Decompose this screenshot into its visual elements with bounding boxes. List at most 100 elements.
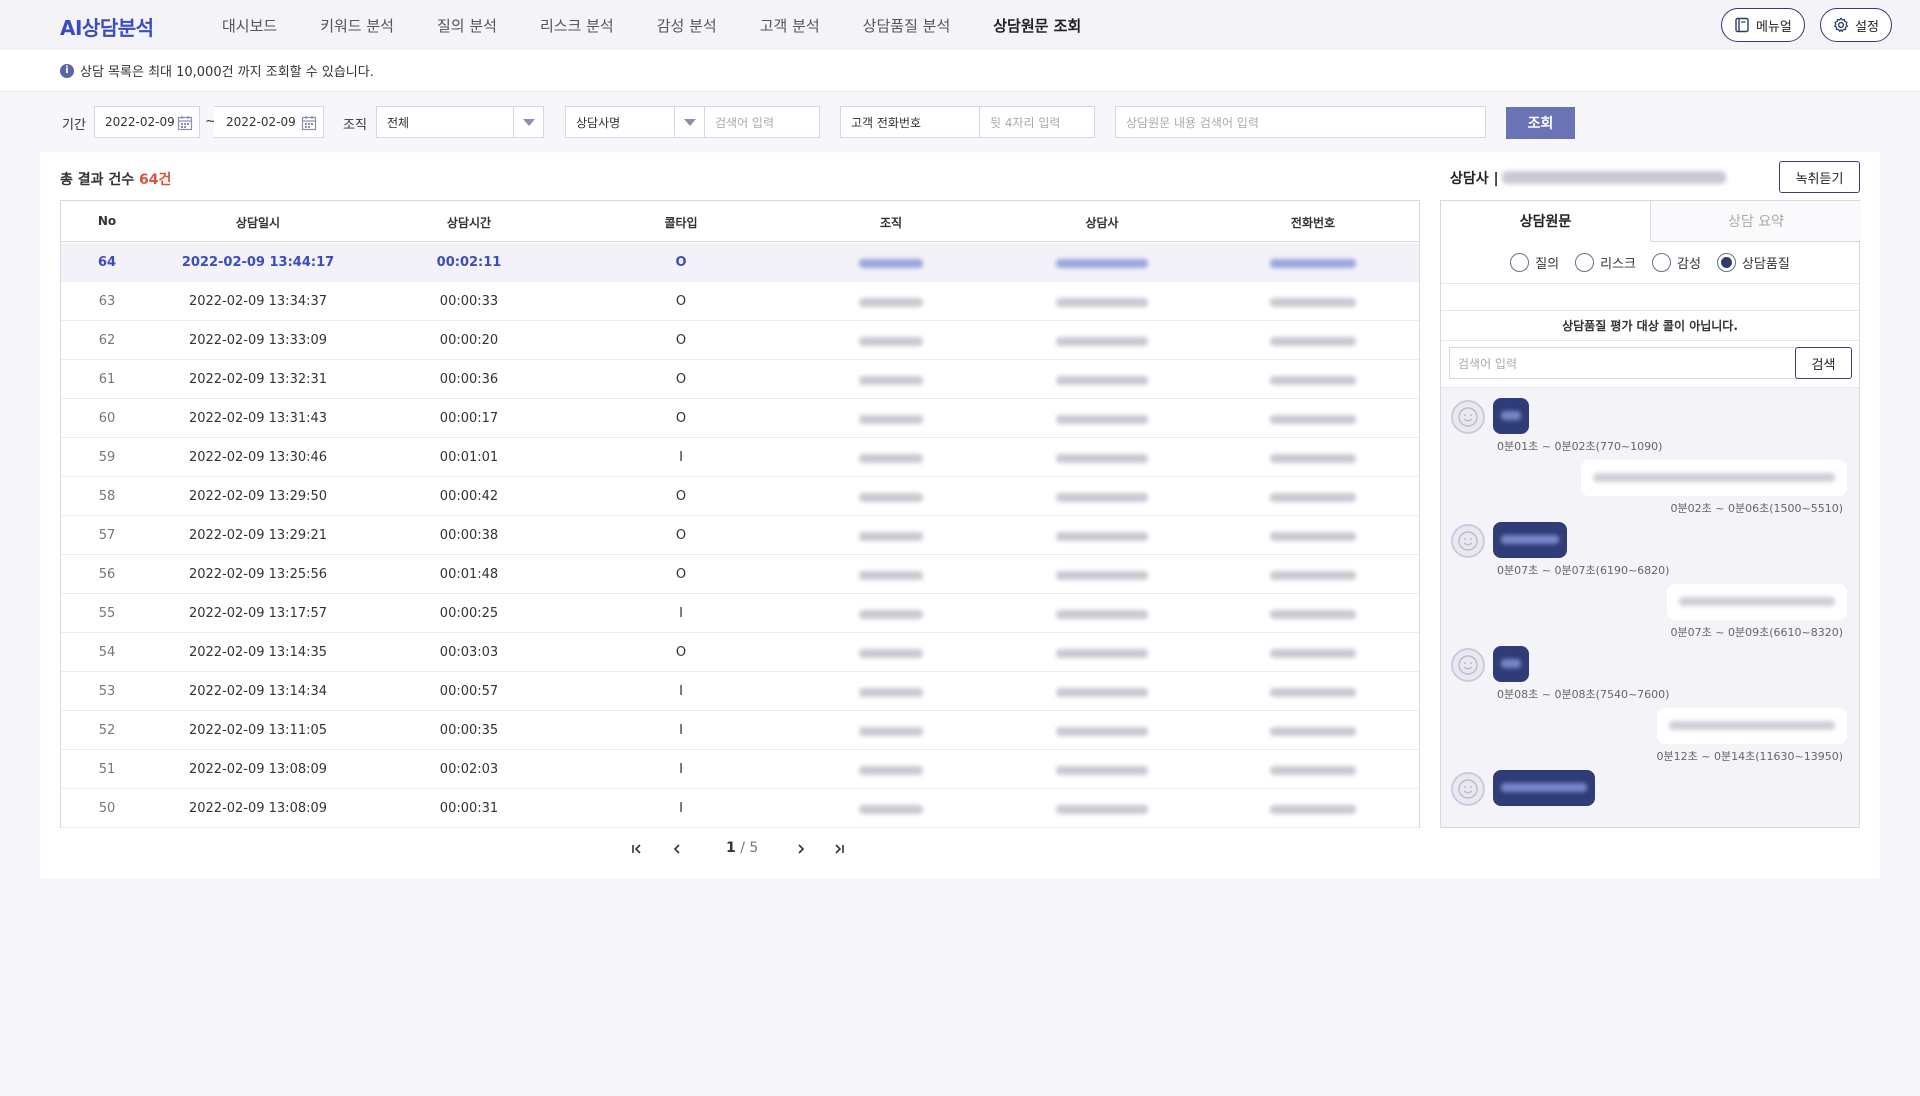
prev-page-icon[interactable] <box>670 842 684 860</box>
detail-title: 상담사 | <box>1450 171 1499 187</box>
customer-message-bubble[interactable] <box>1493 398 1529 434</box>
cell-no: 52 <box>98 723 116 738</box>
agent-message-bubble[interactable] <box>1667 584 1847 620</box>
cell-duration: 00:00:42 <box>439 489 499 504</box>
col-no[interactable]: No <box>98 214 116 228</box>
radio-quality[interactable]: 상담품질 <box>1716 253 1790 272</box>
nav-sentiment-analysis[interactable]: 감성 분석 <box>657 15 717 36</box>
cell-duration: 00:00:25 <box>439 606 499 621</box>
agent-type-select[interactable]: 상담사명 <box>565 106 705 138</box>
search-button[interactable]: 조회 <box>1506 107 1575 139</box>
col-phone[interactable]: 전화번호 <box>1291 214 1335 231</box>
table-row[interactable]: 51 2022-02-09 13:08:09 00:02:03 I <box>61 750 1419 789</box>
table-row[interactable]: 53 2022-02-09 13:14:34 00:00:57 I <box>61 672 1419 711</box>
nav-query-analysis[interactable]: 질의 분석 <box>437 15 497 36</box>
table-row[interactable]: 61 2022-02-09 13:32:31 00:00:36 O <box>61 360 1419 399</box>
date-from-input[interactable]: 2022-02-09 <box>94 106 200 138</box>
customer-message-bubble[interactable] <box>1493 646 1529 682</box>
nav-dashboard[interactable]: 대시보드 <box>222 15 277 36</box>
calendar-icon[interactable] <box>301 115 317 131</box>
cell-agent-redacted <box>1056 571 1148 580</box>
filter-bar: 기간 2022-02-09 ~ 2022-02-09 조직 전체 상담사명 검색… <box>0 104 1920 140</box>
cell-datetime: 2022-02-09 13:17:57 <box>188 606 328 621</box>
settings-button[interactable]: 설정 <box>1820 8 1892 42</box>
top-navigation-bar: AI상담분석 대시보드 키워드 분석 질의 분석 리스크 분석 감성 분석 고객… <box>0 0 1920 50</box>
nav-risk-analysis[interactable]: 리스크 분석 <box>540 15 614 36</box>
pagination: 1 / 5 <box>630 840 850 862</box>
cell-calltype: O <box>675 372 687 387</box>
agent-message-bubble[interactable] <box>1581 460 1847 496</box>
cell-no: 54 <box>98 645 116 660</box>
agent-type-value: 상담사명 <box>576 115 621 130</box>
table-row[interactable]: 63 2022-02-09 13:34:37 00:00:33 O <box>61 282 1419 321</box>
table-row[interactable]: 52 2022-02-09 13:11:05 00:00:35 I <box>61 711 1419 750</box>
table-row[interactable]: 54 2022-02-09 13:14:35 00:03:03 O <box>61 633 1419 672</box>
results-table: No 상담일시 상담시간 콜타입 조직 상담사 전화번호 64 2022-02-0… <box>60 200 1420 828</box>
nav-customer-analysis[interactable]: 고객 분석 <box>760 15 820 36</box>
cell-no: 60 <box>98 411 116 426</box>
content-search-input[interactable]: 상담원문 내용 검색어 입력 <box>1115 106 1486 138</box>
first-page-icon[interactable] <box>630 842 644 860</box>
org-select[interactable]: 전체 <box>376 106 544 138</box>
cell-agent-redacted <box>1056 649 1148 658</box>
phone-input[interactable]: 뒷 4자리 입력 <box>979 106 1095 138</box>
nav-quality-analysis[interactable]: 상담품질 분석 <box>863 15 951 36</box>
agent-search-input[interactable]: 검색어 입력 <box>704 106 820 138</box>
app-logo[interactable]: AI상담분석 <box>60 12 154 41</box>
cell-duration: 00:00:17 <box>439 411 499 426</box>
nav-transcript-search[interactable]: 상담원문 조회 <box>993 15 1081 36</box>
manual-button[interactable]: 메뉴얼 <box>1721 8 1805 42</box>
table-row[interactable]: 59 2022-02-09 13:30:46 00:01:01 I <box>61 438 1419 477</box>
cell-phone-redacted <box>1270 298 1356 307</box>
customer-message-bubble[interactable] <box>1493 770 1595 806</box>
cell-no: 64 <box>97 255 117 270</box>
calendar-icon[interactable] <box>177 115 193 131</box>
next-page-icon[interactable] <box>794 842 808 860</box>
table-row[interactable]: 62 2022-02-09 13:33:09 00:00:20 O <box>61 321 1419 360</box>
cell-no: 55 <box>98 606 116 621</box>
table-row[interactable]: 60 2022-02-09 13:31:43 00:00:17 O <box>61 399 1419 438</box>
detail-panel: 상담원문 상담 요약 질의 리스크 감성 상담품질 상담품질 평가 대상 콜이 … <box>1440 200 1861 828</box>
table-row[interactable]: 57 2022-02-09 13:29:21 00:00:38 O <box>61 516 1419 555</box>
col-datetime[interactable]: 상담일시 <box>236 214 280 231</box>
smiley-icon <box>1458 407 1478 427</box>
cell-calltype: O <box>675 255 687 270</box>
gear-icon <box>1833 17 1849 33</box>
cell-phone-redacted <box>1270 532 1356 541</box>
info-icon: i <box>60 63 74 78</box>
manual-label: 메뉴얼 <box>1756 19 1792 35</box>
result-count-label: 총 결과 건수 <box>60 172 135 188</box>
message-timestamp: 0분01초 ~ 0분02초(770~1090) <box>1497 440 1663 453</box>
col-calltype[interactable]: 콜타입 <box>664 214 697 231</box>
tab-summary[interactable]: 상담 요약 <box>1651 201 1861 242</box>
cell-datetime: 2022-02-09 13:31:43 <box>188 411 328 426</box>
period-label: 기간 <box>62 118 86 133</box>
table-row[interactable]: 55 2022-02-09 13:17:57 00:00:25 I <box>61 594 1419 633</box>
nav-keyword-analysis[interactable]: 키워드 분석 <box>320 15 394 36</box>
col-organization[interactable]: 조직 <box>880 214 902 231</box>
customer-message-bubble[interactable] <box>1493 522 1567 558</box>
tab-transcript[interactable]: 상담원문 <box>1441 201 1651 242</box>
agent-message-bubble[interactable] <box>1657 708 1847 744</box>
cell-duration: 00:02:03 <box>439 762 499 777</box>
radio-risk[interactable]: 리스크 <box>1575 253 1636 272</box>
table-row[interactable]: 64 2022-02-09 13:44:17 00:02:11 O <box>61 243 1419 282</box>
cell-datetime: 2022-02-09 13:11:05 <box>188 723 328 738</box>
table-row[interactable]: 56 2022-02-09 13:25:56 00:01:48 O <box>61 555 1419 594</box>
keyword-search-input[interactable]: 검색어 입력 <box>1449 347 1799 379</box>
play-recording-button[interactable]: 녹취듣기 <box>1779 161 1860 193</box>
cell-organization-redacted <box>859 415 923 424</box>
keyword-search-button[interactable]: 검색 <box>1795 347 1852 379</box>
cell-agent-redacted <box>1056 727 1148 736</box>
table-row[interactable]: 50 2022-02-09 13:08:09 00:00:31 I <box>61 789 1419 828</box>
col-agent[interactable]: 상담사 <box>1085 214 1118 231</box>
transcript-chat[interactable]: 0분01초 ~ 0분02초(770~1090) 0분02초 ~ 0분06초(150… <box>1441 387 1859 827</box>
cell-organization-redacted <box>859 610 923 619</box>
date-to-input[interactable]: 2022-02-09 <box>214 106 324 138</box>
radio-sentiment[interactable]: 감성 <box>1652 253 1701 272</box>
table-row[interactable]: 58 2022-02-09 13:29:50 00:00:42 O <box>61 477 1419 516</box>
radio-query[interactable]: 질의 <box>1510 253 1559 272</box>
smiley-icon <box>1458 779 1478 799</box>
col-duration[interactable]: 상담시간 <box>447 214 491 231</box>
last-page-icon[interactable] <box>832 842 846 860</box>
